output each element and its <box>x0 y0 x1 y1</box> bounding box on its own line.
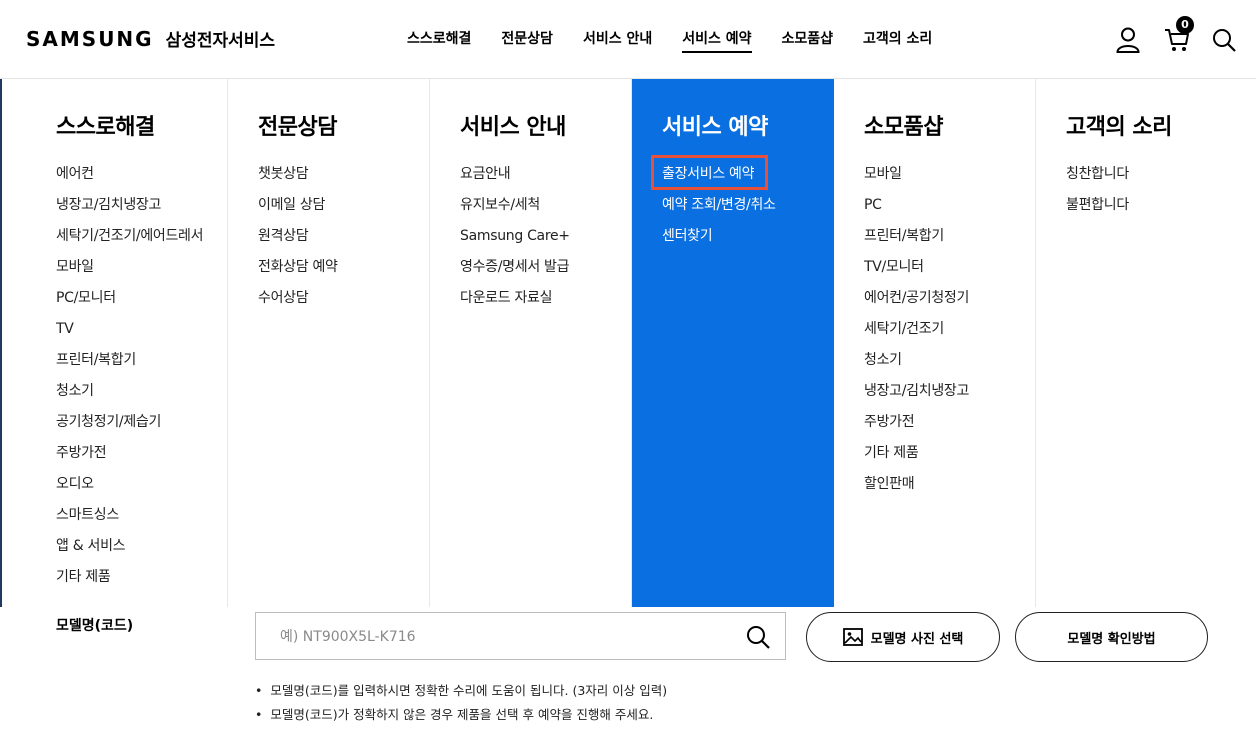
column-title[interactable]: 서비스 안내 <box>460 109 631 141</box>
model-help-button[interactable]: 모델명 확인방법 <box>1015 612 1208 662</box>
model-code-label: 모델명(코드) <box>56 618 134 634</box>
menu-item[interactable]: 오디오 <box>56 469 227 500</box>
menu-item[interactable]: Samsung Care+ <box>460 221 631 252</box>
menu-item[interactable]: 영수증/명세서 발급 <box>460 252 631 283</box>
model-search-box <box>255 612 786 661</box>
menu-item[interactable]: 요금안내 <box>460 159 631 190</box>
nav-customer-voice[interactable]: 고객의 소리 <box>848 0 947 78</box>
search-icon[interactable] <box>1210 25 1238 55</box>
menu-item[interactable]: 전화상담 예약 <box>258 252 429 283</box>
menu-item[interactable]: 냉장고/김치냉장고 <box>864 376 1035 407</box>
menu-item[interactable]: 모바일 <box>56 252 227 283</box>
column-title[interactable]: 전문상담 <box>258 109 429 141</box>
menu-item[interactable]: 공기청정기/제습기 <box>56 407 227 438</box>
logo-wordmark: SAMSUNG <box>26 27 154 51</box>
column-title[interactable]: 소모품샵 <box>864 109 1035 141</box>
menu-item[interactable]: 세탁기/건조기/에어드레서 <box>56 221 227 252</box>
menu-item[interactable]: 청소기 <box>864 345 1035 376</box>
menu-item[interactable]: 칭찬합니다 <box>1066 159 1256 190</box>
menu-item[interactable]: 냉장고/김치냉장고 <box>56 190 227 221</box>
cart-count-badge: 0 <box>1176 16 1194 34</box>
samsung-logo[interactable]: SAMSUNG 삼성전자서비스 <box>26 26 275 51</box>
model-search-button[interactable] <box>745 624 771 650</box>
menu-item[interactable]: 센터찾기 <box>662 221 834 252</box>
search-icon <box>747 626 770 649</box>
menu-item[interactable]: 에어컨/공기청정기 <box>864 283 1035 314</box>
menu-item[interactable]: 주방가전 <box>56 438 227 469</box>
menu-item[interactable]: 기타 제품 <box>56 562 227 593</box>
menu-item[interactable]: 프린터/복합기 <box>56 345 227 376</box>
column-title[interactable]: 서비스 예약 <box>662 109 834 141</box>
menu-column-supplies-shop: 소모품샵 모바일 PC 프린터/복합기 TV/모니터 에어컨/공기청정기 세탁기… <box>834 79 1036 607</box>
menu-column-service-info: 서비스 안내 요금안내 유지보수/세척 Samsung Care+ 영수증/명세… <box>430 79 632 607</box>
model-photo-select-button[interactable]: 모델명 사진 선택 <box>806 612 1000 662</box>
site-header: SAMSUNG 삼성전자서비스 스스로해결 전문상담 서비스 안내 서비스 예약… <box>0 0 1256 79</box>
nav-self-solve[interactable]: 스스로해결 <box>392 0 486 78</box>
model-code-input[interactable] <box>278 613 742 661</box>
menu-item[interactable]: 모바일 <box>864 159 1035 190</box>
model-notes: 모델명(코드)를 입력하시면 정확한 수리에 도움이 됩니다. (3자리 이상 … <box>255 679 667 727</box>
menu-item[interactable]: 수어상담 <box>258 283 429 314</box>
model-search-section: 모델명(코드) 모델명 사진 선택 모델명 확인방법 모델명(코드)를 입력하시… <box>0 607 1256 755</box>
menu-item[interactable]: 이메일 상담 <box>258 190 429 221</box>
note-item: 모델명(코드)가 정확하지 않은 경우 제품을 선택 후 예약을 진행해 주세요… <box>255 703 667 727</box>
model-help-label: 모델명 확인방법 <box>1067 631 1156 647</box>
note-item: 모델명(코드)를 입력하시면 정확한 수리에 도움이 됩니다. (3자리 이상 … <box>255 679 667 703</box>
menu-item[interactable]: 불편합니다 <box>1066 190 1256 221</box>
menu-item[interactable]: 청소기 <box>56 376 227 407</box>
menu-item[interactable]: 예약 조회/변경/취소 <box>662 190 834 221</box>
main-nav: 스스로해결 전문상담 서비스 안내 서비스 예약 소모품샵 고객의 소리 <box>392 0 947 78</box>
menu-item[interactable]: 챗봇상담 <box>258 159 429 190</box>
menu-item-visit-service-reservation[interactable]: 출장서비스 예약 <box>651 155 834 190</box>
menu-item[interactable]: 주방가전 <box>864 407 1035 438</box>
menu-item[interactable]: 원격상담 <box>258 221 429 252</box>
menu-item[interactable]: 프린터/복합기 <box>864 221 1035 252</box>
column-title[interactable]: 고객의 소리 <box>1066 109 1256 141</box>
image-icon <box>842 628 863 646</box>
user-icon[interactable] <box>1114 25 1142 55</box>
nav-service-info[interactable]: 서비스 안내 <box>568 0 667 78</box>
menu-item[interactable]: 스마트싱스 <box>56 500 227 531</box>
menu-item[interactable]: TV <box>56 314 227 345</box>
nav-consultation[interactable]: 전문상담 <box>486 0 568 78</box>
nav-service-reservation[interactable]: 서비스 예약 <box>667 0 766 78</box>
menu-item[interactable]: PC <box>864 190 1035 221</box>
menu-column-consultation: 전문상담 챗봇상담 이메일 상담 원격상담 전화상담 예약 수어상담 <box>228 79 430 607</box>
cart-button[interactable]: 0 <box>1162 16 1194 55</box>
model-photo-select-label: 모델명 사진 선택 <box>870 631 964 647</box>
menu-item[interactable]: 앱 & 서비스 <box>56 531 227 562</box>
menu-item[interactable]: 유지보수/세척 <box>460 190 631 221</box>
menu-column-self-solve: 스스로해결 에어컨 냉장고/김치냉장고 세탁기/건조기/에어드레서 모바일 PC… <box>26 79 228 607</box>
column-title[interactable]: 스스로해결 <box>56 109 227 141</box>
menu-item[interactable]: 에어컨 <box>56 159 227 190</box>
nav-supplies-shop[interactable]: 소모품샵 <box>767 0 849 78</box>
menu-item[interactable]: TV/모니터 <box>864 252 1035 283</box>
menu-column-service-reservation: 서비스 예약 출장서비스 예약 예약 조회/변경/취소 센터찾기 <box>632 79 834 607</box>
menu-item[interactable]: 기타 제품 <box>864 438 1035 469</box>
menu-item[interactable]: 할인판매 <box>864 469 1035 500</box>
logo-subtitle: 삼성전자서비스 <box>165 31 276 51</box>
menu-item[interactable]: 다운로드 자료실 <box>460 283 631 314</box>
menu-column-customer-voice: 고객의 소리 칭찬합니다 불편합니다 <box>1036 79 1256 607</box>
menu-item[interactable]: 세탁기/건조기 <box>864 314 1035 345</box>
mega-menu: 스스로해결 에어컨 냉장고/김치냉장고 세탁기/건조기/에어드레서 모바일 PC… <box>26 79 1256 607</box>
menu-item[interactable]: PC/모니터 <box>56 283 227 314</box>
